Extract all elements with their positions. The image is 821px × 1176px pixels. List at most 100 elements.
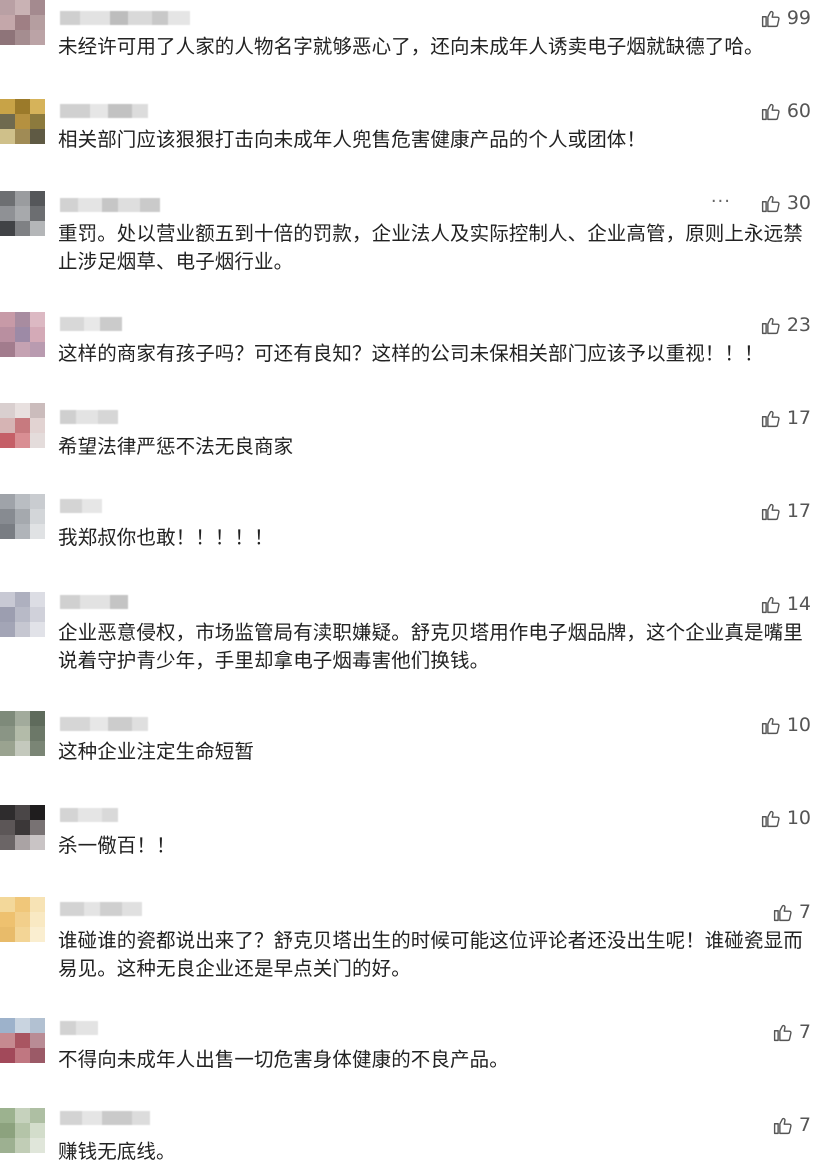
- avatar-mosaic-cell: [0, 114, 15, 129]
- like-button[interactable]: 17: [760, 500, 811, 522]
- like-button[interactable]: 30: [760, 192, 811, 214]
- avatar-mosaic-cell: [30, 1108, 45, 1123]
- thumbs-up-icon: [761, 717, 780, 734]
- like-count: 7: [798, 1021, 811, 1043]
- avatar-mosaic-cell: [30, 1048, 45, 1063]
- username-mosaic-block: [80, 595, 110, 609]
- username-blurred[interactable]: [60, 807, 118, 823]
- avatar-mosaic-cell: [15, 805, 30, 820]
- username-mosaic-block: [78, 198, 102, 212]
- avatar-mosaic-cell: [0, 206, 15, 221]
- username-blurred[interactable]: [60, 10, 190, 26]
- avatar-mosaic-cell: [30, 607, 45, 622]
- avatar-mosaic-cell: [0, 622, 15, 637]
- avatar-mosaic-cell: [15, 592, 30, 607]
- username-mosaic-block: [102, 198, 118, 212]
- username-blurred[interactable]: [60, 498, 102, 514]
- username-mosaic-block: [60, 1021, 76, 1035]
- avatar-mosaic-cell: [0, 0, 15, 15]
- like-button[interactable]: 7: [772, 1114, 811, 1136]
- like-count: 23: [786, 314, 811, 336]
- avatar-mosaic-cell: [15, 129, 30, 144]
- avatar[interactable]: [0, 1018, 45, 1063]
- avatar-mosaic-cell: [0, 912, 15, 927]
- comment-text: 相关部门应该狠狠打击向未成年人兜售危害健康产品的个人或团体！: [58, 128, 647, 151]
- more-icon[interactable]: ···: [711, 191, 731, 212]
- avatar-mosaic-cell: [15, 1033, 30, 1048]
- like-button[interactable]: 17: [760, 407, 811, 429]
- like-button[interactable]: 23: [760, 314, 811, 336]
- avatar-mosaic-cell: [0, 342, 15, 357]
- avatar-mosaic-cell: [30, 312, 45, 327]
- username-mosaic-block: [80, 11, 110, 25]
- username-mosaic-block: [60, 410, 76, 424]
- avatar[interactable]: [0, 897, 45, 942]
- like-count: 14: [786, 593, 811, 615]
- avatar[interactable]: [0, 805, 45, 850]
- avatar[interactable]: [0, 0, 45, 45]
- avatar-mosaic-cell: [0, 741, 15, 756]
- like-count: 10: [786, 807, 811, 829]
- like-count: 60: [786, 100, 811, 122]
- avatar[interactable]: [0, 592, 45, 637]
- avatar-mosaic-cell: [15, 403, 30, 418]
- username-blurred[interactable]: [60, 197, 160, 213]
- avatar-mosaic-cell: [0, 1018, 15, 1033]
- avatar-mosaic-cell: [15, 191, 30, 206]
- like-button[interactable]: 10: [760, 807, 811, 829]
- username-blurred[interactable]: [60, 409, 118, 425]
- username-blurred[interactable]: [60, 594, 128, 610]
- username-mosaic-block: [84, 902, 100, 916]
- like-button[interactable]: 14: [760, 593, 811, 615]
- username-mosaic-block: [82, 1111, 102, 1125]
- avatar-mosaic-cell: [0, 607, 15, 622]
- avatar-mosaic-cell: [15, 711, 30, 726]
- avatar-mosaic-cell: [30, 509, 45, 524]
- avatar-mosaic-cell: [0, 403, 15, 418]
- avatar[interactable]: [0, 1108, 45, 1153]
- avatar-mosaic-cell: [0, 191, 15, 206]
- username-mosaic-block: [76, 1021, 98, 1035]
- like-button[interactable]: 7: [772, 1021, 811, 1043]
- avatar-mosaic-cell: [0, 1108, 15, 1123]
- comment-text: 谁碰谁的瓷都说出来了？舒克贝塔出生的时候可能这位评论者还没出生呢！谁碰瓷显而易见…: [58, 929, 803, 980]
- avatar-mosaic-cell: [30, 897, 45, 912]
- avatar-mosaic-cell: [30, 741, 45, 756]
- like-button[interactable]: 7: [772, 901, 811, 923]
- avatar[interactable]: [0, 403, 45, 448]
- username-mosaic-block: [168, 11, 190, 25]
- avatar-mosaic-cell: [0, 711, 15, 726]
- avatar-mosaic-cell: [15, 418, 30, 433]
- username-mosaic-block: [128, 11, 152, 25]
- avatar-mosaic-cell: [15, 912, 30, 927]
- comment-text: 希望法律严惩不法无良商家: [58, 435, 294, 458]
- username-mosaic-block: [76, 410, 98, 424]
- username-blurred[interactable]: [60, 1020, 98, 1036]
- avatar[interactable]: [0, 312, 45, 357]
- like-count: 30: [786, 192, 811, 214]
- like-button[interactable]: 60: [760, 100, 811, 122]
- like-button[interactable]: 10: [760, 714, 811, 736]
- username-mosaic-block: [60, 317, 84, 331]
- avatar[interactable]: [0, 494, 45, 539]
- avatar-mosaic-cell: [15, 99, 30, 114]
- avatar-mosaic-cell: [15, 1108, 30, 1123]
- avatar-mosaic-cell: [0, 897, 15, 912]
- thumbs-up-icon: [761, 810, 780, 827]
- avatar[interactable]: [0, 99, 45, 144]
- username-blurred[interactable]: [60, 316, 122, 332]
- username-mosaic-block: [60, 717, 90, 731]
- avatar[interactable]: [0, 711, 45, 756]
- comment-text: 杀一儆百！！: [58, 834, 176, 857]
- avatar-mosaic-cell: [30, 835, 45, 850]
- avatar-mosaic-cell: [15, 327, 30, 342]
- avatar-mosaic-cell: [15, 726, 30, 741]
- like-button[interactable]: 99: [760, 7, 811, 29]
- username-blurred[interactable]: [60, 1110, 150, 1126]
- avatar[interactable]: [0, 191, 45, 236]
- username-blurred[interactable]: [60, 103, 148, 119]
- username-blurred[interactable]: [60, 901, 142, 917]
- username-blurred[interactable]: [60, 716, 148, 732]
- username-mosaic-block: [118, 198, 140, 212]
- comment-text: 这样的商家有孩子吗？可还有良知？这样的公司未保相关部门应该予以重视！！！: [58, 342, 764, 365]
